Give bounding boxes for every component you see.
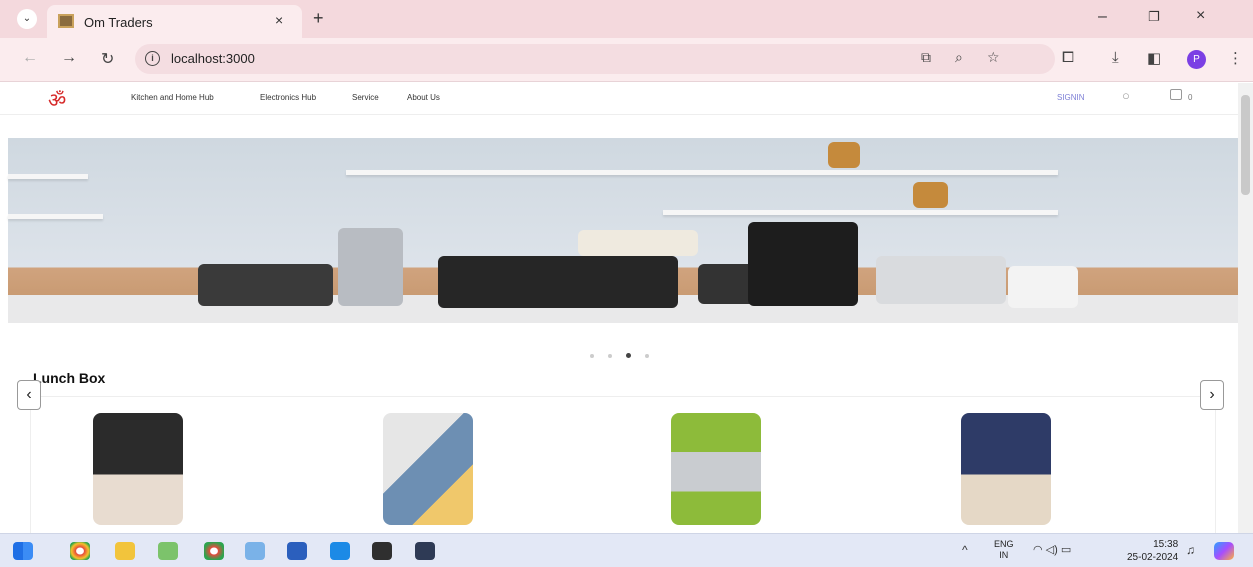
minimize-icon[interactable]: –: [1098, 8, 1107, 26]
search-icon[interactable]: ○: [1122, 88, 1130, 103]
hero-banner-kitchen-appliances: [8, 138, 1238, 323]
cart-count: 0: [1188, 93, 1193, 102]
menu-kitchen-home-hub[interactable]: Kitchen and Home Hub: [131, 93, 214, 102]
coffee-maker-icon: [748, 222, 858, 306]
jar-icon: [913, 182, 948, 208]
extensions-icon[interactable]: ⧠: [1062, 49, 1074, 66]
carousel-dot[interactable]: [608, 354, 612, 358]
microwave-icon: [438, 256, 678, 308]
vscode-icon[interactable]: [330, 542, 350, 560]
chrome-icon[interactable]: [70, 542, 90, 560]
word-icon[interactable]: [287, 542, 307, 560]
wall-shelf: [346, 170, 1058, 175]
menu-service[interactable]: Service: [352, 93, 379, 102]
date: 25-02-2024: [1127, 552, 1179, 563]
carousel-dot-active[interactable]: [626, 353, 631, 358]
web-page: ॐ Kitchen and Home Hub Electronics Hub S…: [0, 83, 1238, 533]
back-arrow-icon[interactable]: ←: [22, 49, 38, 67]
windows-taskbar: ^ ENG IN ◠ ◁) ▭ 15:38 25-02-2024 ♫: [0, 533, 1253, 567]
section-title: Lunch Box: [33, 370, 106, 386]
product-card[interactable]: [343, 405, 513, 533]
product-image: [93, 413, 183, 525]
product-card[interactable]: [631, 405, 801, 533]
menu-electronics-hub[interactable]: Electronics Hub: [260, 93, 316, 102]
jar-icon: [828, 142, 860, 168]
copilot-icon[interactable]: [1214, 542, 1234, 560]
install-app-icon[interactable]: ⧉: [921, 49, 931, 66]
download-icon[interactable]: ⤓: [1112, 49, 1119, 66]
site-info-icon[interactable]: i: [145, 51, 160, 66]
profile-avatar[interactable]: P: [1187, 50, 1206, 69]
region-code: IN: [999, 550, 1009, 560]
product-image: [383, 413, 473, 525]
kettle-icon: [1008, 266, 1078, 308]
cart-bag-icon[interactable]: [1170, 89, 1182, 100]
media-player-icon[interactable]: [415, 542, 435, 560]
tab-bar: ⌄ Om Traders × + – ❐ ×: [0, 0, 1253, 38]
toaster-icon: [578, 230, 698, 256]
file-explorer-icon[interactable]: [115, 542, 135, 560]
menu-about-us[interactable]: About Us: [407, 93, 440, 102]
sandwich-maker-icon: [876, 256, 1006, 304]
bookmark-star-icon[interactable]: ☆: [987, 49, 1000, 66]
carousel-dot[interactable]: [645, 354, 649, 358]
new-tab-button[interactable]: +: [313, 8, 324, 29]
tab-title: Om Traders: [84, 15, 153, 30]
product-card[interactable]: [921, 405, 1091, 533]
window-close-icon[interactable]: ×: [1196, 7, 1205, 25]
tab-search-chevron-icon[interactable]: ⌄: [17, 9, 37, 29]
address-bar[interactable]: i localhost:3000 ⧉ ⌕ ☆: [135, 44, 1055, 74]
more-menu-icon[interactable]: ⋮: [1228, 49, 1243, 67]
forward-arrow-icon[interactable]: →: [61, 49, 77, 67]
page-scrollbar[interactable]: [1238, 83, 1253, 533]
product-card[interactable]: [53, 405, 223, 533]
terminal-icon[interactable]: [372, 542, 392, 560]
site-header: ॐ Kitchen and Home Hub Electronics Hub S…: [0, 83, 1238, 115]
wall-shelf: [8, 174, 88, 179]
carousel-next-button[interactable]: ›: [1200, 380, 1224, 410]
signin-link[interactable]: SIGNIN: [1057, 93, 1085, 102]
windows-start-icon[interactable]: [13, 542, 33, 560]
wall-shelf: [663, 210, 1058, 215]
side-panel-icon[interactable]: ◧: [1147, 49, 1161, 67]
photos-icon[interactable]: [158, 542, 178, 560]
scrollbar-thumb[interactable]: [1241, 95, 1250, 195]
product-image: [961, 413, 1051, 525]
blender-icon: [338, 228, 403, 306]
tray-chevron-up-icon[interactable]: ^: [962, 543, 968, 557]
wall-shelf: [8, 214, 103, 219]
browser-toolbar: ← → ↻ i localhost:3000 ⧉ ⌕ ☆ ⧠ ⤓ ◧ P ⋮: [0, 38, 1253, 82]
browser-tab[interactable]: Om Traders ×: [47, 5, 302, 38]
zoom-icon[interactable]: ⌕: [955, 49, 963, 66]
restore-icon[interactable]: ❐: [1148, 9, 1160, 25]
carousel-indicators: [590, 345, 663, 363]
product-image: [671, 413, 761, 525]
notepad-icon[interactable]: [245, 542, 265, 560]
clock[interactable]: 15:38 25-02-2024: [1127, 538, 1178, 564]
rice-cooker-icon: [198, 264, 333, 306]
tab-close-icon[interactable]: ×: [275, 12, 283, 28]
carousel-prev-button[interactable]: ‹: [17, 380, 41, 410]
notification-icon[interactable]: ♫: [1186, 543, 1195, 557]
url-text[interactable]: localhost:3000: [171, 51, 255, 66]
wifi-volume-battery-icons[interactable]: ◠ ◁) ▭: [1033, 543, 1071, 556]
carousel-dot[interactable]: [590, 354, 594, 358]
favicon-icon: [58, 14, 74, 28]
language-code: ENG: [994, 539, 1014, 549]
product-carousel: [30, 396, 1216, 533]
om-logo-icon[interactable]: ॐ: [48, 86, 66, 113]
reload-icon[interactable]: ↻: [101, 49, 114, 69]
chrome-profile-icon[interactable]: [204, 542, 224, 560]
language-indicator[interactable]: ENG IN: [994, 539, 1014, 561]
time: 15:38: [1153, 539, 1179, 550]
